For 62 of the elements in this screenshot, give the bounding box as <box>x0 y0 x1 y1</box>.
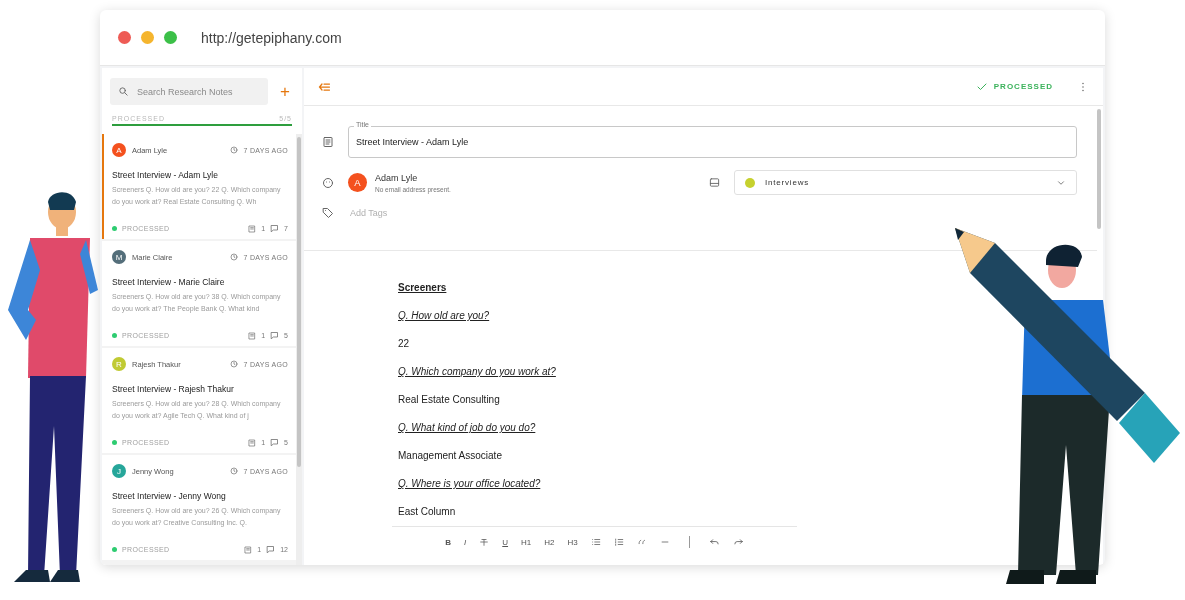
answer-text: 22 <box>398 337 411 351</box>
answer-text: Management Associate <box>398 449 503 463</box>
clock-icon <box>229 253 238 261</box>
url-text[interactable]: http://getepiphany.com <box>201 29 342 46</box>
avatar: J <box>112 464 126 478</box>
note-title: Street Interview - Adam Lyle <box>112 170 219 180</box>
status-dot <box>112 226 117 231</box>
document-icon <box>248 224 257 233</box>
tag-icon <box>322 207 334 219</box>
avatar: A <box>112 143 126 157</box>
heading-button[interactable]: H3 <box>565 537 580 547</box>
comment-icon <box>266 545 276 554</box>
maximize-dot[interactable] <box>164 31 177 44</box>
answer-text: East Column <box>398 505 457 519</box>
document-icon <box>244 545 253 554</box>
scrollbar-thumb[interactable] <box>297 137 301 467</box>
bulleted-list-icon <box>590 537 601 547</box>
comment-icon <box>270 331 280 340</box>
bold-button[interactable]: B <box>443 537 454 547</box>
question-text: Q. Where is your office located? <box>398 477 542 491</box>
close-dot[interactable] <box>118 31 131 44</box>
status-label: PROCESSED <box>993 82 1053 91</box>
face-icon <box>322 176 334 189</box>
question-text: Q. Which company do you work at? <box>398 365 557 379</box>
scrollbar-thumb[interactable] <box>1097 109 1101 229</box>
clock-icon <box>229 360 238 368</box>
document-icon <box>248 438 257 447</box>
avatar: M <box>112 250 126 264</box>
status-dot <box>112 547 117 552</box>
note-title: Street Interview - Marie Claire <box>112 277 226 287</box>
clock-icon <box>229 146 238 154</box>
numbered-list-icon <box>613 537 624 547</box>
status-dot <box>112 440 117 445</box>
underline-button[interactable]: U <box>500 537 511 547</box>
answer-text: Real Estate Consulting <box>398 393 501 407</box>
avatar: R <box>112 357 126 371</box>
question-text: Q. How old are you? <box>398 309 491 323</box>
comment-icon <box>270 224 280 233</box>
status-dot <box>112 333 117 338</box>
heading-button[interactable]: H1 <box>519 537 534 547</box>
comment-icon <box>270 438 280 447</box>
question-text: Q. What kind of job do you do? <box>398 421 537 435</box>
folder-select[interactable]: Interviews <box>734 170 1077 195</box>
note-title: Street Interview - Rajesh Thakur <box>112 384 235 394</box>
inbox-icon <box>709 177 720 188</box>
search-icon <box>118 86 129 97</box>
strikethrough-icon <box>479 537 490 547</box>
quote-icon <box>636 537 647 547</box>
collapse-icon[interactable] <box>318 81 331 92</box>
italic-button[interactable]: I <box>462 537 469 547</box>
search-field[interactable]: Search Research Notes <box>110 78 269 105</box>
folder-value: Interviews <box>765 178 810 187</box>
note-title: Street Interview - Jenny Wong <box>112 491 227 501</box>
heading-button[interactable]: H2 <box>542 537 557 547</box>
avatar: A <box>348 173 367 192</box>
document-icon <box>248 331 257 340</box>
section-heading: Screeners <box>398 281 448 295</box>
person-name: Adam Lyle <box>375 172 419 183</box>
document-icon <box>322 136 334 148</box>
title-field[interactable]: Street Interview - Adam Lyle <box>348 126 1077 158</box>
clock-icon <box>229 467 238 475</box>
minimize-dot[interactable] <box>141 31 154 44</box>
